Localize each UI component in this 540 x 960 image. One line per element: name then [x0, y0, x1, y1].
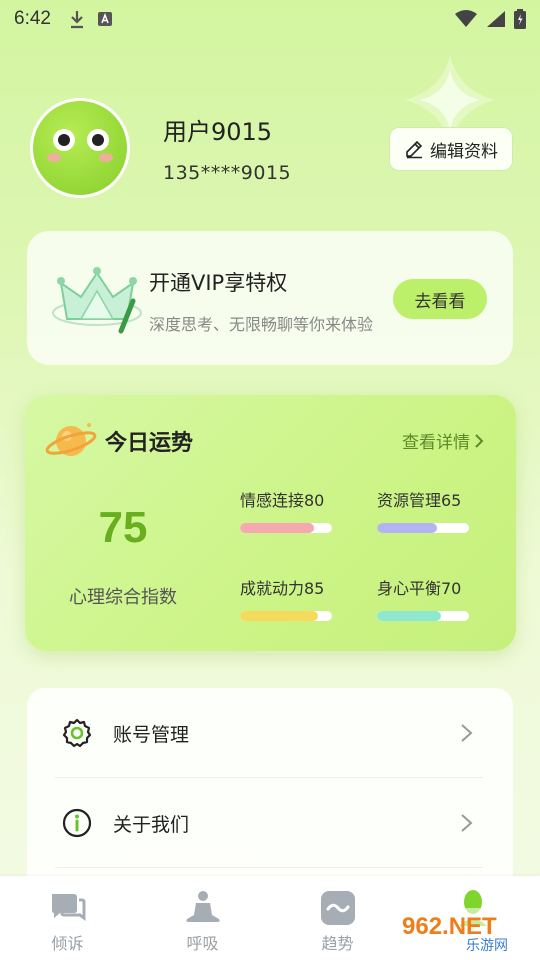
avatar-left-eye — [53, 129, 75, 151]
battery-icon — [514, 9, 526, 29]
metric-achievement: 成就动力85 — [240, 575, 340, 621]
tab-trend[interactable]: 趋势 — [270, 876, 405, 960]
download-icon — [70, 11, 83, 29]
username: 用户9015 — [163, 118, 273, 146]
app-notification-icon — [97, 12, 112, 26]
tab-breathe[interactable]: 呼吸 — [135, 876, 270, 960]
metric-track — [377, 611, 469, 621]
vip-go-button[interactable]: 去看看 — [393, 279, 487, 319]
metric-track — [240, 611, 332, 621]
metric-track — [240, 523, 332, 533]
metric-track — [377, 523, 469, 533]
metric-fill — [240, 611, 319, 621]
tab-talk[interactable]: 倾诉 — [0, 876, 135, 960]
vip-card[interactable]: 开通VIP享特权 深度思考、无限畅聊等你来体验 去看看 — [27, 231, 513, 365]
chevron-right-icon — [461, 814, 473, 832]
trend-wave-icon — [320, 891, 355, 925]
fortune-detail-link[interactable]: 查看详情 — [402, 428, 484, 453]
menu-item-about[interactable]: 关于我们 — [27, 778, 513, 868]
metric-label: 情感连接80 — [240, 491, 325, 510]
watermark-text: 962.NET — [402, 913, 497, 940]
metric-fill — [377, 523, 437, 533]
wifi-icon — [455, 10, 477, 27]
avatar-right-cheek — [99, 153, 113, 162]
status-bar: 6:42 — [0, 0, 540, 38]
fortune-score: 75 — [98, 503, 148, 552]
chevron-right-icon — [461, 724, 473, 742]
fortune-card[interactable]: 今日运势 查看详情 75 心理综合指数 情感连接80 资源管理65 成就动力85… — [25, 395, 516, 651]
metric-emotion: 情感连接80 — [240, 487, 340, 533]
metric-label: 资源管理65 — [377, 491, 462, 510]
chat-bubble-icon — [51, 894, 85, 921]
avatar[interactable] — [30, 98, 130, 198]
gear-icon — [62, 718, 92, 748]
tab-label: 倾诉 — [51, 934, 84, 953]
metric-balance: 身心平衡70 — [377, 575, 477, 621]
avatar-right-eye — [87, 129, 109, 151]
edit-profile-label: 编辑资料 — [430, 141, 498, 162]
tab-label: 呼吸 — [186, 934, 219, 953]
status-time: 6:42 — [14, 8, 51, 29]
metric-label: 身心平衡70 — [377, 579, 462, 598]
watermark-subtext: 乐游网 — [466, 938, 508, 954]
settings-menu: 账号管理 关于我们 — [27, 688, 513, 898]
menu-item-account[interactable]: 账号管理 — [27, 688, 513, 778]
menu-label: 关于我们 — [113, 813, 190, 836]
edit-pencil-icon — [406, 140, 423, 159]
user-phone: 135****9015 — [163, 162, 292, 184]
metric-fill — [240, 523, 314, 533]
meditation-icon — [185, 891, 220, 922]
edit-profile-button[interactable]: 编辑资料 — [389, 127, 513, 171]
vip-title: 开通VIP享特权 — [149, 271, 288, 295]
fortune-detail-label: 查看详情 — [402, 433, 470, 453]
metric-fill — [377, 611, 442, 621]
tab-label: 趋势 — [321, 934, 354, 953]
info-icon — [62, 808, 92, 838]
crown-icon — [52, 267, 142, 334]
site-watermark-logo: 962.NET 乐游网 — [396, 908, 526, 954]
chevron-right-icon — [475, 433, 484, 448]
metric-label: 成就动力85 — [240, 579, 325, 598]
planet-icon — [45, 423, 97, 456]
divider — [55, 867, 483, 868]
avatar-left-cheek — [47, 153, 61, 162]
avatar-face — [33, 101, 127, 195]
fortune-title: 今日运势 — [105, 431, 194, 456]
metric-resource: 资源管理65 — [377, 487, 477, 533]
vip-subtitle: 深度思考、无限畅聊等你来体验 — [149, 315, 374, 334]
fortune-score-label: 心理综合指数 — [69, 587, 177, 608]
menu-label: 账号管理 — [113, 723, 190, 746]
signal-icon — [487, 11, 505, 27]
